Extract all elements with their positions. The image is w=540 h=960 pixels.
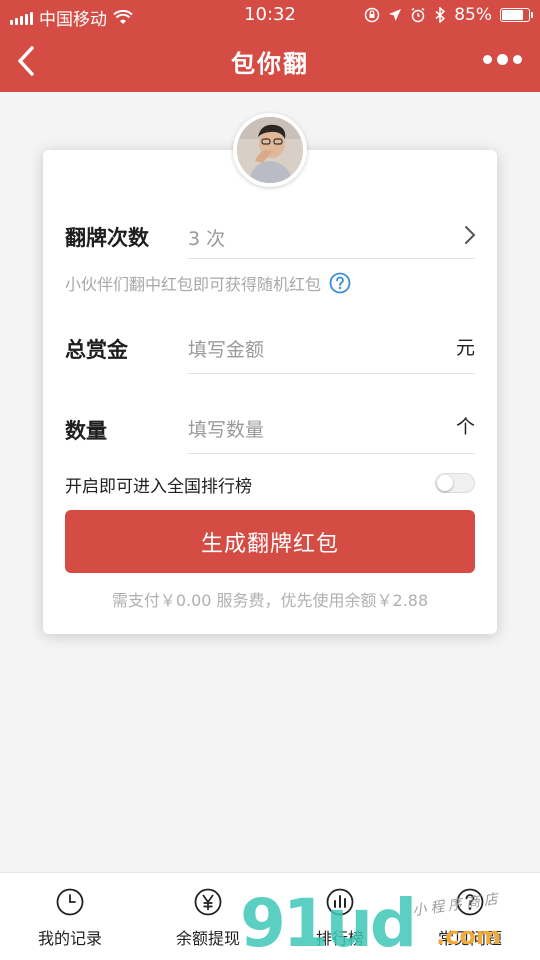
rank-toggle[interactable] [435, 473, 475, 493]
status-right: 85% [364, 5, 533, 25]
battery-percent: 85% [454, 5, 492, 25]
flip-count-label: 翻牌次数 [65, 226, 149, 250]
divider [188, 258, 475, 259]
watermark-suffix: .com [436, 922, 501, 950]
flip-hint: 小伙伴们翻中红包即可获得随机红包 [65, 271, 351, 295]
more-dots-icon[interactable] [483, 54, 522, 65]
page-title: 包你翻 [231, 50, 309, 78]
clock-icon [56, 888, 84, 916]
hint-text: 小伙伴们翻中红包即可获得随机红包 [65, 275, 322, 294]
payment-note: 需支付￥0.00 服务费，优先使用余额￥2.88 [111, 591, 429, 610]
toggle-knob [437, 475, 453, 491]
chevron-right-icon[interactable] [463, 224, 477, 246]
quantity-label: 数量 [65, 419, 107, 443]
lock-rotation-icon [364, 7, 380, 23]
quantity-unit: 个 [455, 416, 475, 438]
rank-toggle-label: 开启即可进入全国排行榜 [65, 477, 252, 497]
avatar-photo [237, 117, 303, 183]
quantity-input[interactable]: 填写数量 [188, 415, 264, 442]
generate-button[interactable]: 生成翻牌红包 [65, 510, 475, 573]
bluetooth-icon [435, 7, 446, 23]
battery-fill [502, 10, 523, 20]
avatar [233, 113, 307, 187]
divider [188, 453, 475, 454]
watermark-logo: 91ud [240, 885, 417, 960]
battery-icon [500, 8, 533, 22]
divider [188, 373, 475, 374]
location-icon [389, 9, 402, 21]
tab-my-records[interactable]: 我的记录 [5, 887, 135, 949]
tab-label: 我的记录 [37, 929, 102, 948]
form-card: 翻牌次数 3 次 小伙伴们翻中红包即可获得随机红包 总赏金 填写金额 元 数量 … [43, 150, 497, 634]
total-reward-unit: 元 [455, 337, 475, 359]
total-reward-input[interactable]: 填写金额 [188, 335, 264, 362]
yen-icon [194, 888, 222, 916]
help-icon[interactable] [329, 272, 351, 294]
total-reward-label: 总赏金 [65, 338, 128, 362]
flip-count-value[interactable]: 3 次 [188, 224, 225, 251]
nav-bar: 包你翻 [0, 30, 540, 92]
alarm-icon [411, 7, 425, 23]
status-bar: 中国移动 10:32 85% [0, 0, 540, 30]
